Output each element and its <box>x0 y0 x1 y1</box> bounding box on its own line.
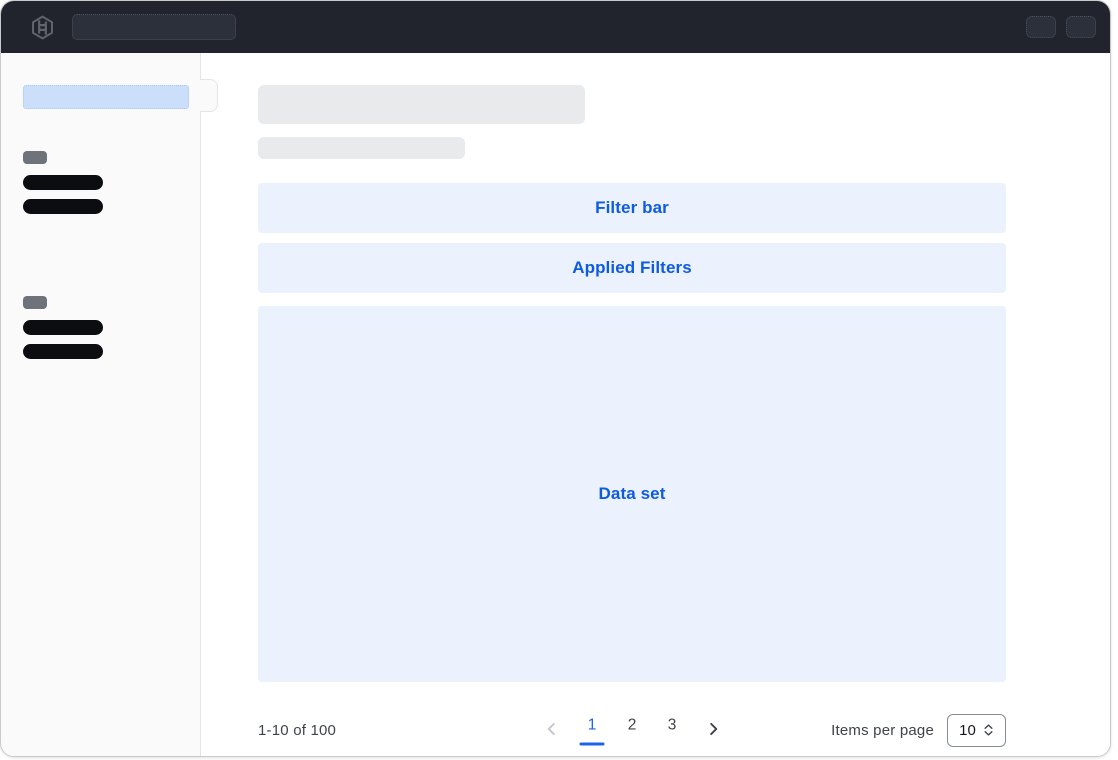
items-per-page-select[interactable]: 10 <box>947 714 1006 747</box>
chevron-right-icon[interactable] <box>699 714 727 742</box>
sidebar-item-skeleton[interactable] <box>23 320 103 335</box>
sidebar-toggle-button[interactable] <box>200 79 218 112</box>
chevron-left-icon[interactable] <box>537 714 565 742</box>
page-number: 2 <box>628 716 637 733</box>
sidebar <box>1 53 201 756</box>
page-button-1[interactable]: 1 <box>579 709 605 747</box>
sidebar-item-skeleton[interactable] <box>23 175 103 190</box>
page-number: 1 <box>588 716 597 733</box>
data-set-zone: Data set <box>258 306 1006 682</box>
filter-bar-label: Filter bar <box>595 198 669 218</box>
header-search-skeleton[interactable] <box>72 14 236 40</box>
page-subtitle-skeleton <box>258 137 465 159</box>
applied-filters-zone: Applied Filters <box>258 243 1006 293</box>
header-actions <box>1026 16 1096 38</box>
main-content: Filter bar Applied Filters Data set 1-10… <box>202 53 1110 756</box>
sidebar-section-label-skeleton <box>23 151 47 164</box>
active-page-underline <box>580 742 605 745</box>
filter-bar-zone: Filter bar <box>258 183 1006 233</box>
sidebar-section-label-skeleton <box>23 296 47 309</box>
app-header <box>1 1 1110 53</box>
header-user-chip-skeleton[interactable] <box>1066 16 1096 38</box>
applied-filters-label: Applied Filters <box>572 258 692 278</box>
sidebar-selected-item-skeleton[interactable] <box>23 85 189 109</box>
pagination-range-text: 1-10 of 100 <box>258 722 336 739</box>
pagination-bar: 1-10 of 100 1 2 3 <box>258 706 1006 754</box>
header-help-chip-skeleton[interactable] <box>1026 16 1056 38</box>
page-button-2[interactable]: 2 <box>619 709 645 747</box>
data-set-label: Data set <box>599 484 666 504</box>
sidebar-item-skeleton[interactable] <box>23 199 103 214</box>
items-per-page-group: Items per page 10 <box>831 714 1006 747</box>
items-per-page-value: 10 <box>959 722 976 739</box>
page-number: 3 <box>668 716 677 733</box>
sidebar-item-skeleton[interactable] <box>23 344 103 359</box>
items-per-page-label: Items per page <box>831 722 934 739</box>
page-title-skeleton <box>258 85 585 124</box>
caret-updown-icon <box>983 723 994 737</box>
app-window: Filter bar Applied Filters Data set 1-10… <box>0 0 1111 757</box>
hashicorp-logo <box>29 14 55 40</box>
page-button-3[interactable]: 3 <box>659 709 685 747</box>
pagination-pages: 1 2 3 <box>537 709 727 747</box>
